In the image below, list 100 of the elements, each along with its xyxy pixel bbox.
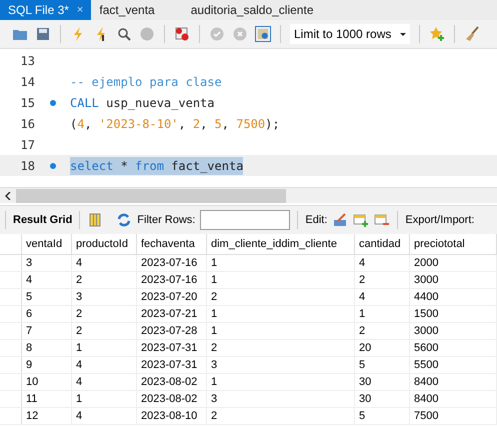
column-header[interactable]: productoId — [72, 234, 137, 254]
table-cell: 8400 — [410, 374, 497, 390]
column-header[interactable]: ventaId — [22, 234, 72, 254]
table-cell: 2023-07-21 — [137, 306, 207, 322]
table-cell: 30 — [355, 374, 410, 390]
line-number: 17 — [20, 136, 35, 154]
table-cell: 3 — [207, 357, 355, 373]
table-cell: 5 — [355, 408, 410, 424]
pencil-icon[interactable] — [332, 212, 348, 228]
table-cell: 30 — [355, 391, 410, 407]
table-cell: 3000 — [410, 272, 497, 288]
filter-field[interactable] — [200, 210, 290, 230]
table-cell: 2023-07-16 — [137, 255, 207, 271]
error-toggle-icon[interactable] — [174, 26, 190, 42]
table-cell: 4 — [72, 357, 137, 373]
line-number: 14 — [20, 74, 35, 90]
table-cell: 4 — [355, 255, 410, 271]
table-cell: 2 — [72, 306, 137, 322]
refresh-icon[interactable] — [116, 212, 132, 228]
line-number: 15 — [20, 94, 35, 112]
table-cell: 2 — [355, 323, 410, 339]
column-header[interactable]: fechaventa — [137, 234, 207, 254]
scrollbar-thumb[interactable] — [16, 188, 286, 202]
star-plus-icon[interactable] — [429, 26, 445, 42]
export-import-label: Export/Import: — [405, 212, 474, 228]
columns-icon[interactable] — [87, 212, 104, 228]
filter-label: Filter Rows: — [137, 212, 196, 228]
scroll-left-icon[interactable] — [5, 192, 11, 200]
column-header[interactable]: dim_cliente_iddim_cliente — [207, 234, 355, 254]
table-cell: 4 — [355, 289, 410, 305]
table-cell: 1500 — [410, 306, 497, 322]
autocommit-icon[interactable] — [255, 26, 271, 42]
table-cell: 8400 — [410, 391, 497, 407]
tab[interactable]: auditoria_saldo_cliente — [182, 0, 342, 20]
table-cell: 3 — [22, 255, 72, 271]
table-cell: 2023-07-20 — [137, 289, 207, 305]
table-cell: 1 — [207, 255, 355, 271]
table-cell: 5 — [355, 357, 410, 373]
table-cell: 2023-07-31 — [137, 340, 207, 356]
tab[interactable]: SQL File 3* × — [0, 0, 92, 20]
table-cell: 2 — [207, 408, 355, 424]
column-header[interactable]: cantidad — [355, 234, 410, 254]
limit-dropdown[interactable]: Limit to 1000 rows — [290, 24, 410, 44]
table-cell: 4 — [72, 374, 137, 390]
table-cell: 3 — [72, 289, 137, 305]
table-cell: 1 — [355, 306, 410, 322]
cancel-icon[interactable] — [232, 26, 248, 42]
table-cell: 1 — [72, 391, 137, 407]
table-cell: 20 — [355, 340, 410, 356]
table-cell: 2023-07-28 — [137, 323, 207, 339]
table-cell: 10 — [22, 374, 72, 390]
table-cell: 4 — [72, 408, 137, 424]
table-cell: 5 — [22, 289, 72, 305]
table-cell: 7500 — [410, 408, 497, 424]
table-cell: 5500 — [410, 357, 497, 373]
table-cell: 6 — [22, 306, 72, 322]
table-cell: 2023-08-02 — [137, 391, 207, 407]
edit-label: Edit: — [305, 212, 328, 228]
save-icon[interactable] — [35, 26, 51, 42]
line-number: 13 — [20, 52, 35, 70]
table-cell: 2023-07-31 — [137, 357, 207, 373]
table-cell: 3000 — [410, 323, 497, 339]
table-cell: 4400 — [410, 289, 497, 305]
table-cell: 2 — [72, 272, 137, 288]
table-cell: 2 — [207, 289, 355, 305]
code-line: CALL usp_nueva_venta — [70, 94, 214, 112]
line-number: 16 — [20, 116, 35, 132]
table-cell: 2023-08-10 — [137, 408, 207, 424]
table-cell: 3 — [207, 391, 355, 407]
table-cell: 1 — [207, 306, 355, 322]
table-cell: 2 — [72, 323, 137, 339]
column-header[interactable]: preciototal — [410, 234, 497, 254]
table-cell: 1 — [207, 374, 355, 390]
table-cell: 7 — [22, 323, 72, 339]
table-cell: 1 — [207, 272, 355, 288]
caret-icon — [400, 32, 406, 36]
table-cell: 4 — [72, 255, 137, 271]
code-line: -- ejemplo para clase — [70, 74, 222, 90]
table-cell: 12 — [22, 408, 72, 424]
magnifier-icon[interactable] — [116, 26, 132, 42]
delete-row-icon[interactable] — [374, 212, 390, 228]
tab[interactable]: fact_venta — [91, 0, 183, 20]
table-cell: 8 — [22, 340, 72, 356]
table-cell: 4 — [22, 272, 72, 288]
table-cell: 2023-08-02 — [137, 374, 207, 390]
check-icon[interactable] — [209, 26, 225, 42]
table-cell: 9 — [22, 357, 72, 373]
table-cell: 11 — [22, 391, 72, 407]
code-line: (4, '2023-8-10', 2, 5, 7500); — [70, 116, 280, 132]
result-grid-tab[interactable]: Result Grid — [13, 212, 72, 228]
table-cell: 2 — [207, 340, 355, 356]
table-cell: 2 — [355, 272, 410, 288]
table-cell: 1 — [72, 340, 137, 356]
table-cell: 2000 — [410, 255, 497, 271]
line-number: 18 — [20, 158, 35, 174]
table-cell: 5600 — [410, 340, 497, 356]
table-cell: 1 — [207, 323, 355, 339]
broom-icon[interactable] — [464, 26, 480, 42]
table-cell: 2023-07-16 — [137, 272, 207, 288]
add-row-icon[interactable] — [353, 212, 370, 228]
